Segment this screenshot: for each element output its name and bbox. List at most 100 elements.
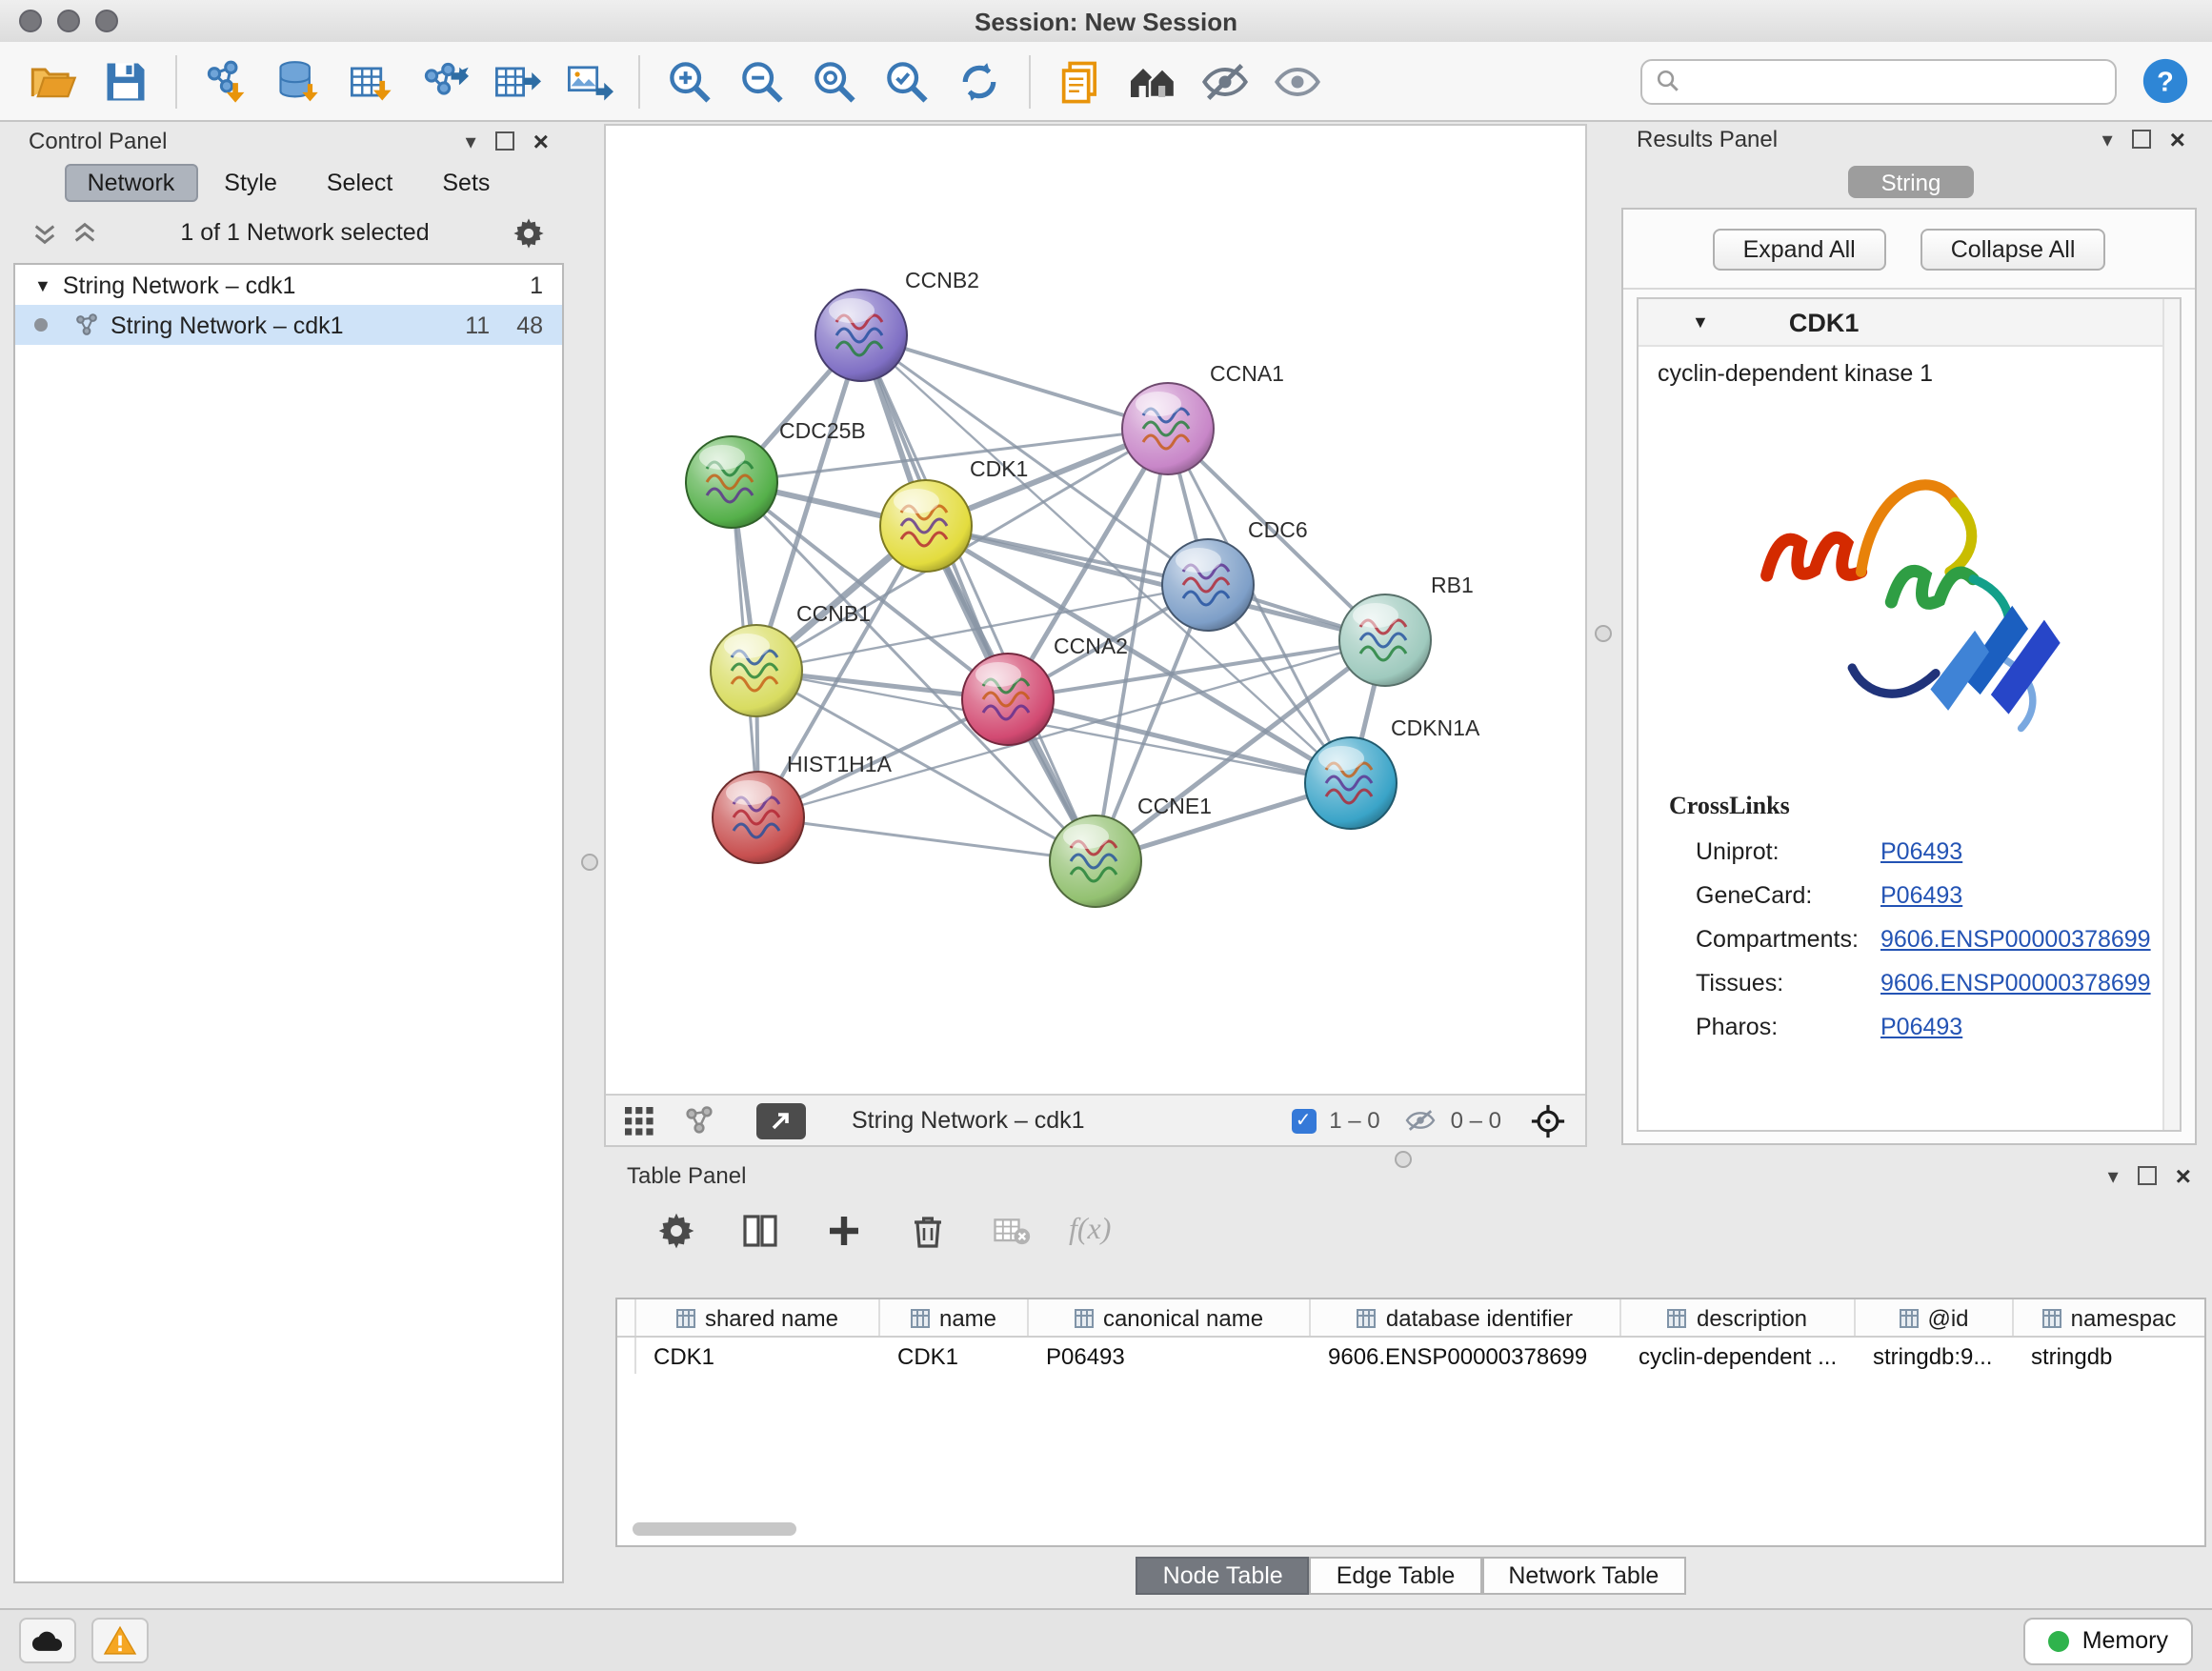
close-panel-icon[interactable]: × [533, 133, 549, 149]
export-table-button[interactable] [482, 47, 551, 115]
network-edge[interactable] [758, 817, 1096, 861]
selected-checkbox-icon[interactable]: ✓ [1291, 1108, 1316, 1133]
network-node-rb1[interactable] [1339, 594, 1431, 686]
help-button[interactable]: ? [2136, 52, 2193, 110]
toolbar-search[interactable] [1640, 58, 2117, 104]
float-panel-icon[interactable] [2138, 1166, 2157, 1185]
save-session-button[interactable] [91, 47, 160, 115]
cell-id[interactable]: stringdb:9... [1856, 1338, 2014, 1374]
select-columns-button[interactable] [734, 1204, 787, 1258]
network-row[interactable]: String Network – cdk1 11 48 [15, 305, 562, 345]
delete-column-button[interactable] [901, 1204, 955, 1258]
network-node-ccna1[interactable] [1122, 383, 1214, 474]
column-header-id[interactable]: @id [1856, 1299, 2014, 1336]
network-canvas[interactable]: CCNB2CCNA1CDC25BCDK1CDC6RB1CCNB1CCNA2CDK… [606, 126, 1585, 1094]
tab-network[interactable]: Network [65, 164, 198, 202]
birdseye-view-button[interactable] [756, 1102, 806, 1138]
panel-menu-icon[interactable]: ▾ [466, 129, 476, 153]
results-scrollbar[interactable] [2162, 299, 2180, 1130]
network-node-cdk1[interactable] [880, 480, 972, 572]
close-panel-icon[interactable]: × [2176, 1168, 2191, 1183]
network-collection-row[interactable]: ▼ String Network – cdk1 1 [15, 265, 562, 305]
network-edge[interactable] [861, 335, 1096, 861]
crosslink-link[interactable]: P06493 [1880, 837, 1962, 864]
export-network-button[interactable] [410, 47, 478, 115]
expand-all-icon[interactable] [72, 220, 97, 245]
float-panel-icon[interactable] [2132, 130, 2151, 149]
maximize-window-button[interactable] [95, 10, 118, 32]
gene-header-row[interactable]: ▼ CDK1 [1639, 299, 2180, 347]
zoom-selected-button[interactable] [873, 47, 941, 115]
float-panel-icon[interactable] [495, 131, 514, 151]
import-table-button[interactable] [337, 47, 406, 115]
panel-divider-handle[interactable] [581, 854, 598, 871]
warnings-button[interactable] [91, 1618, 149, 1663]
network-edge[interactable] [861, 335, 1168, 429]
panel-divider-handle[interactable] [1395, 1151, 1412, 1168]
column-header-description[interactable]: description [1621, 1299, 1856, 1336]
network-node-ccne1[interactable] [1050, 815, 1141, 907]
gear-icon[interactable] [513, 216, 545, 249]
crosslink-link[interactable]: P06493 [1880, 1013, 1962, 1039]
table-row[interactable]: CDK1 CDK1 P06493 9606.ENSP00000378699 cy… [617, 1338, 2204, 1374]
network-node-ccnb1[interactable] [711, 625, 802, 716]
cell-canonical-name[interactable]: P06493 [1029, 1338, 1311, 1374]
column-header-database-identifier[interactable]: database identifier [1311, 1299, 1621, 1336]
import-network-button[interactable] [192, 47, 261, 115]
show-annotations-button[interactable] [1263, 47, 1332, 115]
string-tab-badge[interactable]: String [1848, 166, 1974, 198]
panel-menu-icon[interactable]: ▾ [2102, 127, 2113, 151]
collapse-all-icon[interactable] [32, 220, 57, 245]
column-header-namespace[interactable]: namespac [2014, 1299, 2204, 1336]
network-node-cdkn1a[interactable] [1305, 737, 1397, 829]
tab-sets[interactable]: Sets [419, 164, 513, 202]
network-node-ccna2[interactable] [962, 654, 1054, 745]
column-header-name[interactable]: name [880, 1299, 1029, 1336]
column-header-shared-name[interactable]: shared name [636, 1299, 880, 1336]
network-edge[interactable] [926, 526, 1385, 640]
crosslink-link[interactable]: 9606.ENSP00000378699 [1880, 925, 2151, 952]
zoom-out-button[interactable] [728, 47, 796, 115]
open-session-button[interactable] [19, 47, 88, 115]
panel-divider-handle[interactable] [1595, 625, 1612, 642]
minimize-window-button[interactable] [57, 10, 80, 32]
import-network-database-button[interactable] [265, 47, 333, 115]
zoom-fit-button[interactable] [800, 47, 869, 115]
crosshair-icon[interactable] [1530, 1102, 1566, 1138]
crosslink-link[interactable]: P06493 [1880, 881, 1962, 908]
column-header-canonical-name[interactable]: canonical name [1029, 1299, 1311, 1336]
tab-node-table[interactable]: Node Table [1136, 1557, 1310, 1595]
apply-layout-button[interactable] [945, 47, 1014, 115]
grid-view-icon[interactable] [625, 1106, 654, 1135]
zoom-in-button[interactable] [655, 47, 724, 115]
cell-database-identifier[interactable]: 9606.ENSP00000378699 [1311, 1338, 1621, 1374]
horizontal-scrollbar[interactable] [633, 1522, 796, 1536]
network-node-ccnb2[interactable] [815, 290, 907, 381]
close-window-button[interactable] [19, 10, 42, 32]
clear-table-button[interactable] [985, 1204, 1038, 1258]
tab-network-table[interactable]: Network Table [1481, 1557, 1685, 1595]
panel-menu-icon[interactable]: ▾ [2108, 1163, 2119, 1188]
tab-select[interactable]: Select [304, 164, 416, 202]
gene-expand-icon[interactable]: ▼ [1692, 312, 1709, 332]
memory-button[interactable]: Memory [2023, 1617, 2193, 1664]
close-panel-icon[interactable]: × [2170, 131, 2185, 147]
expand-all-button[interactable]: Expand All [1713, 229, 1886, 271]
network-node-cdc25b[interactable] [686, 436, 777, 528]
crosslink-link[interactable]: 9606.ENSP00000378699 [1880, 969, 2151, 996]
collapse-all-button[interactable]: Collapse All [1920, 229, 2106, 271]
cell-name[interactable]: CDK1 [880, 1338, 1029, 1374]
export-image-button[interactable] [554, 47, 623, 115]
tab-style[interactable]: Style [201, 164, 300, 202]
home-button[interactable] [1118, 47, 1187, 115]
hide-annotations-button[interactable] [1191, 47, 1259, 115]
cell-shared-name[interactable]: CDK1 [636, 1338, 880, 1374]
network-node-cdc6[interactable] [1162, 539, 1254, 631]
documents-button[interactable] [1046, 47, 1115, 115]
tab-edge-table[interactable]: Edge Table [1310, 1557, 1482, 1595]
network-glyph-icon[interactable] [684, 1105, 714, 1136]
search-input[interactable] [1690, 66, 2101, 96]
cloud-button[interactable] [19, 1618, 76, 1663]
function-builder-button[interactable]: f(x) [1069, 1214, 1111, 1248]
cell-description[interactable]: cyclin-dependent ... [1621, 1338, 1856, 1374]
